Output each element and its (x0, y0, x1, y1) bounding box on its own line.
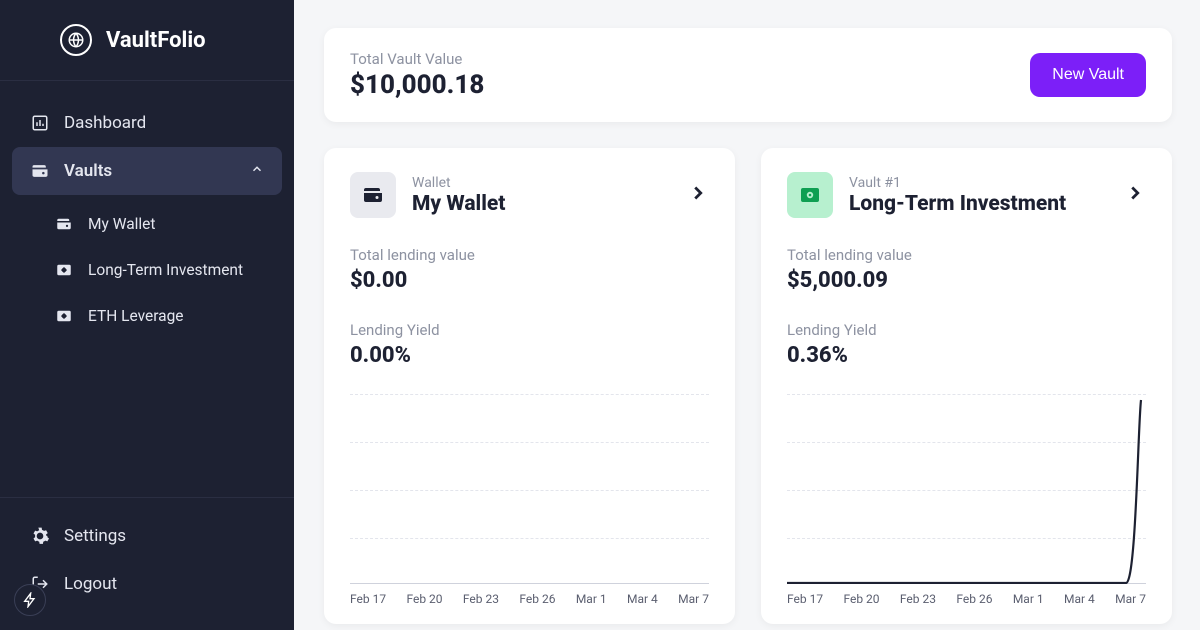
nav-label: Settings (64, 526, 126, 546)
summary-card: Total Vault Value $10,000.18 New Vault (324, 28, 1172, 122)
sidebar-bottom: Settings Logout (0, 497, 294, 630)
yield-value: 0.36% (787, 343, 1146, 368)
subnav-label: My Wallet (88, 215, 155, 233)
vault-chart: Feb 17 Feb 20 Feb 23 Feb 26 Mar 1 Mar 4 … (350, 394, 709, 604)
vault-sub: Vault #1 (849, 175, 1108, 191)
summary-label: Total Vault Value (350, 50, 484, 68)
lending-value: $5,000.09 (787, 268, 1146, 293)
vault-icon (787, 172, 833, 218)
vault-title: My Wallet (412, 192, 671, 216)
vault-chart: Feb 17 Feb 20 Feb 23 Feb 26 Mar 1 Mar 4 … (787, 394, 1146, 604)
subnav-label: Long-Term Investment (88, 261, 243, 279)
sidebar: VaultFolio Dashboard Vaults My Wallet (0, 0, 294, 630)
nav-item-vaults[interactable]: Vaults (12, 147, 282, 195)
vault-cards: Wallet My Wallet Total lending value $0.… (324, 148, 1172, 624)
brand-logo-icon (60, 24, 92, 56)
subnav-label: ETH Leverage (88, 307, 184, 325)
nav-item-settings[interactable]: Settings (12, 512, 282, 560)
open-vault-button[interactable] (1124, 182, 1146, 208)
yield-label: Lending Yield (787, 321, 1146, 339)
yield-value: 0.00% (350, 343, 709, 368)
dashboard-icon (30, 113, 50, 133)
brand-name: VaultFolio (106, 28, 206, 53)
nav-item-logout[interactable]: Logout (12, 560, 282, 608)
nav-label: Dashboard (64, 113, 146, 133)
nav-item-dashboard[interactable]: Dashboard (12, 99, 282, 147)
lightning-fab[interactable] (14, 584, 46, 616)
nav-label: Logout (64, 574, 117, 594)
nav: Dashboard Vaults My Wallet Long (0, 81, 294, 497)
lending-value: $0.00 (350, 268, 709, 293)
new-vault-button[interactable]: New Vault (1030, 53, 1146, 97)
wallet-icon (30, 161, 50, 181)
vault-sub: Wallet (412, 175, 671, 191)
vault-title: Long-Term Investment (849, 192, 1108, 216)
wallet-icon (54, 214, 74, 234)
wallet-icon (350, 172, 396, 218)
lending-label: Total lending value (350, 246, 709, 264)
brand: VaultFolio (0, 0, 294, 81)
vault-icon (54, 306, 74, 326)
nav-label: Vaults (64, 161, 112, 181)
chevron-up-icon (250, 161, 264, 181)
gear-icon (30, 526, 50, 546)
main: Total Vault Value $10,000.18 New Vault W… (294, 0, 1200, 630)
subnav-item-ethleverage[interactable]: ETH Leverage (42, 293, 282, 339)
summary-value: $10,000.18 (350, 70, 484, 100)
yield-label: Lending Yield (350, 321, 709, 339)
open-vault-button[interactable] (687, 182, 709, 208)
chart-line (787, 394, 1146, 584)
lending-label: Total lending value (787, 246, 1146, 264)
vault-card-longterm: Vault #1 Long-Term Investment Total lend… (761, 148, 1172, 624)
subnav-item-longterm[interactable]: Long-Term Investment (42, 247, 282, 293)
x-axis-labels: Feb 17 Feb 20 Feb 23 Feb 26 Mar 1 Mar 4 … (787, 592, 1146, 606)
vault-card-wallet: Wallet My Wallet Total lending value $0.… (324, 148, 735, 624)
vault-icon (54, 260, 74, 280)
x-axis-labels: Feb 17 Feb 20 Feb 23 Feb 26 Mar 1 Mar 4 … (350, 592, 709, 606)
subnav-item-mywallet[interactable]: My Wallet (42, 201, 282, 247)
subnav: My Wallet Long-Term Investment ETH Lever… (12, 195, 282, 339)
